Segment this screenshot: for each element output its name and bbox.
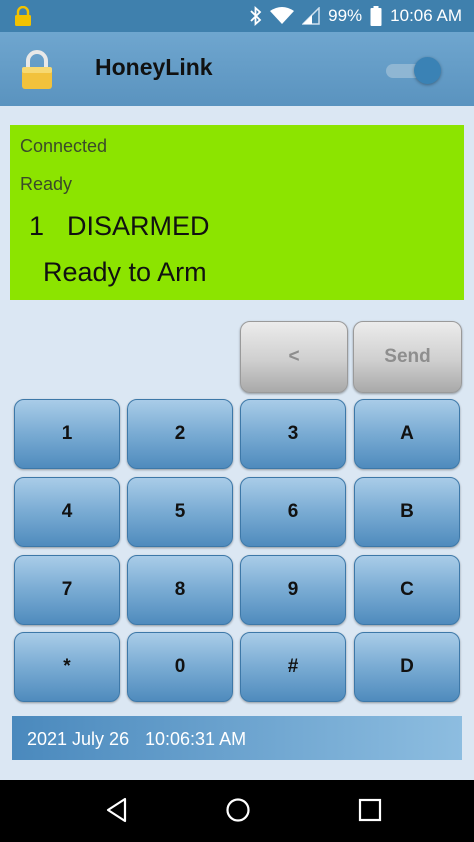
- send-button[interactable]: Send: [353, 321, 462, 393]
- back-icon[interactable]: [105, 797, 129, 823]
- key-0[interactable]: 0: [127, 632, 233, 702]
- key-8[interactable]: 8: [127, 555, 233, 625]
- partition-number: 1: [29, 211, 45, 241]
- key-a[interactable]: A: [354, 399, 460, 469]
- status-message: Ready to Arm: [43, 257, 207, 287]
- key-7[interactable]: 7: [14, 555, 120, 625]
- arm-state: DISARMED: [67, 211, 210, 241]
- status-panel: Connected Ready 1 DISARMED Ready to Arm: [10, 125, 464, 300]
- connection-status: Connected: [20, 136, 108, 156]
- status-time: 10:06 AM: [390, 6, 462, 25]
- recents-icon[interactable]: [358, 797, 382, 823]
- key-hash[interactable]: #: [240, 632, 346, 702]
- wifi-icon: [270, 7, 295, 24]
- backspace-button[interactable]: <: [240, 321, 348, 393]
- key-9[interactable]: 9: [240, 555, 346, 625]
- key-3[interactable]: 3: [240, 399, 346, 469]
- cell-signal-icon: [302, 7, 320, 25]
- toggle-thumb: [414, 57, 441, 84]
- key-6[interactable]: 6: [240, 477, 346, 547]
- lock-icon: [15, 6, 31, 26]
- key-4[interactable]: 4: [14, 477, 120, 547]
- padlock-icon: [22, 50, 52, 89]
- key-star[interactable]: *: [14, 632, 120, 702]
- key-b[interactable]: B: [354, 477, 460, 547]
- home-icon[interactable]: [225, 797, 251, 823]
- current-time: 10:06:31 AM: [145, 729, 247, 749]
- key-c[interactable]: C: [354, 555, 460, 625]
- key-2[interactable]: 2: [127, 399, 233, 469]
- bluetooth-icon: [250, 6, 262, 26]
- datetime-bar: 2021 July 26 10:06:31 AM: [12, 716, 462, 760]
- key-d[interactable]: D: [354, 632, 460, 702]
- navigation-bar: [0, 780, 474, 842]
- ready-status: Ready: [20, 174, 73, 194]
- battery-icon: [370, 6, 382, 26]
- status-bar: 99% 10:06 AM: [0, 0, 474, 32]
- connection-toggle[interactable]: [384, 56, 444, 84]
- app-title: HoneyLink: [95, 54, 213, 80]
- key-1[interactable]: 1: [14, 399, 120, 469]
- current-date: 2021 July 26: [27, 729, 130, 749]
- app-bar: HoneyLink: [0, 32, 474, 106]
- key-5[interactable]: 5: [127, 477, 233, 547]
- battery-percent: 99%: [328, 6, 363, 25]
